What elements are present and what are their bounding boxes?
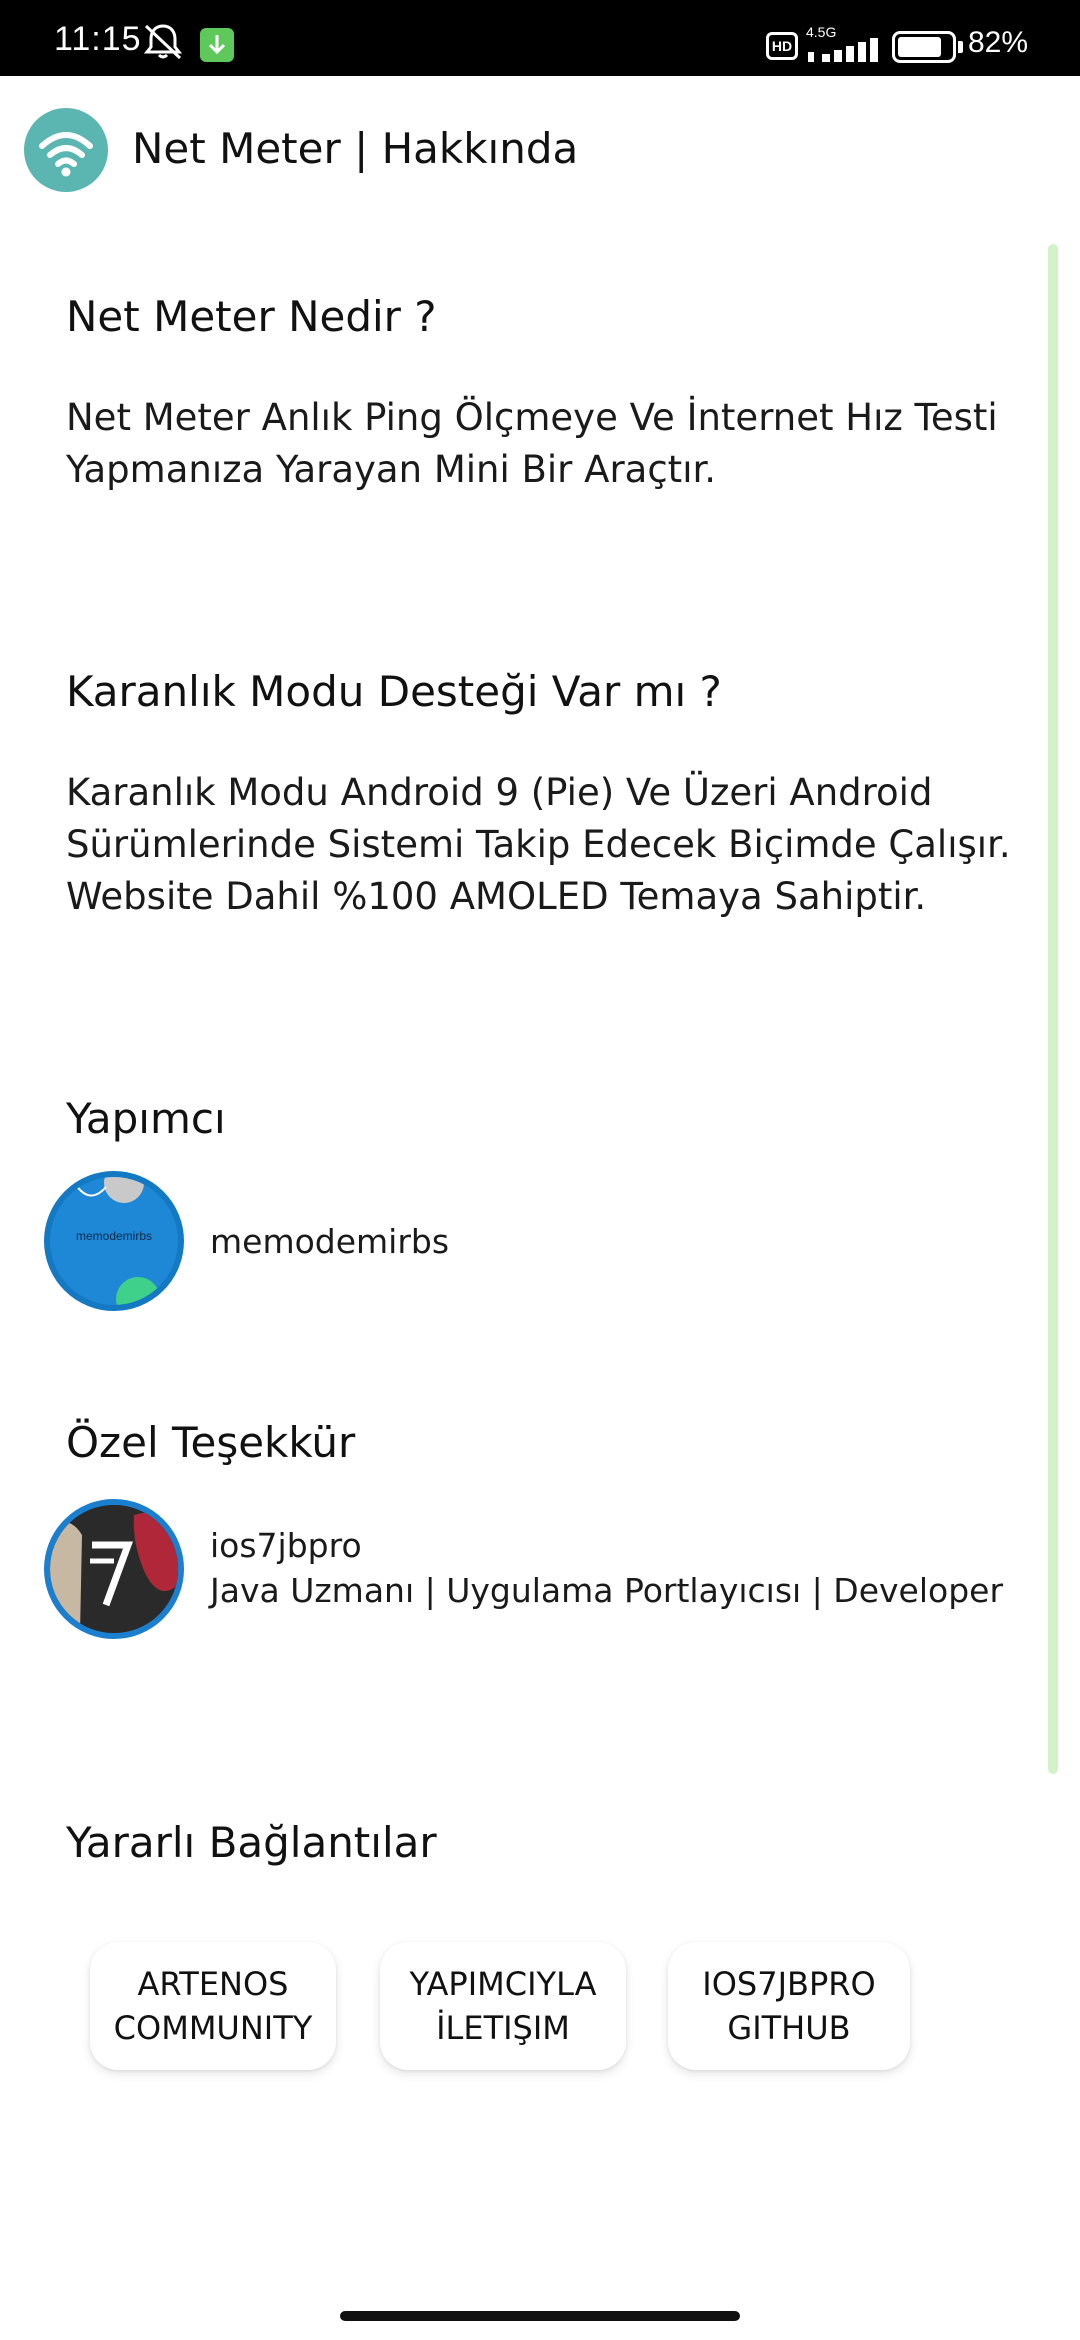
section-heading-what-is: Net Meter Nedir ? <box>66 292 437 341</box>
scrollbar[interactable] <box>1048 244 1058 1774</box>
section-heading-dark-mode: Karanlık Modu Desteği Var mı ? <box>66 667 722 716</box>
thanks-name: ios7jbpro <box>210 1526 362 1565</box>
artenos-community-button[interactable]: ARTENOS COMMUNITY <box>90 1942 336 2070</box>
section-heading-thanks: Özel Teşekkür <box>66 1418 356 1467</box>
app-bar: Net Meter | Hakkında <box>0 76 1080 226</box>
status-bar: 11:15 HD 4.5G 82% <box>0 0 1080 76</box>
section-heading-links: Yararlı Bağlantılar <box>66 1818 437 1867</box>
app-logo <box>24 108 108 192</box>
section-body-what-is: Net Meter Anlık Ping Ölçmeye Ve İnternet… <box>66 392 1026 496</box>
signal-icon <box>808 38 878 68</box>
thanks-role: Java Uzmanı | Uygulama Portlayıcısı | De… <box>210 1571 1004 1610</box>
section-body-dark-mode: Karanlık Modu Android 9 (Pie) Ve Üzeri A… <box>66 767 1026 923</box>
battery-fill <box>898 37 941 57</box>
body-line: Net Meter Anlık Ping Ölçmeye Ve İnternet… <box>66 396 998 439</box>
contact-developer-button[interactable]: YAPIMCIYLA İLETIŞIM <box>380 1942 626 2070</box>
status-time: 11:15 <box>54 20 142 58</box>
home-indicator[interactable] <box>340 2311 740 2321</box>
wifi-icon <box>39 132 93 177</box>
battery-tip <box>958 41 963 53</box>
body-line: Sürümlerinde Sistemi Takip Edecek Biçimd… <box>66 823 1011 866</box>
page-title: Net Meter | Hakkında <box>132 124 579 173</box>
ios7jbpro-github-button[interactable]: IOS7JBPRO GITHUB <box>668 1942 910 2070</box>
section-heading-developer: Yapımcı <box>66 1094 226 1143</box>
avatar-memodemirbs[interactable]: memodemirbs <box>44 1171 184 1311</box>
body-line: Yapmanıza Yarayan Mini Bir Araçtır. <box>66 448 717 491</box>
developer-name: memodemirbs <box>210 1222 450 1261</box>
avatar-ios7jbpro[interactable] <box>44 1499 184 1639</box>
avatar-label: memodemirbs <box>75 1229 153 1243</box>
battery-percent: 82% <box>968 26 1029 59</box>
download-icon <box>200 28 234 62</box>
hd-icon: HD <box>766 32 798 60</box>
battery-icon <box>892 31 956 63</box>
bell-off-icon <box>140 22 186 64</box>
body-line: Website Dahil %100 AMOLED Temaya Sahipti… <box>66 875 927 918</box>
body-line: Karanlık Modu Android 9 (Pie) Ve Üzeri A… <box>66 771 933 814</box>
